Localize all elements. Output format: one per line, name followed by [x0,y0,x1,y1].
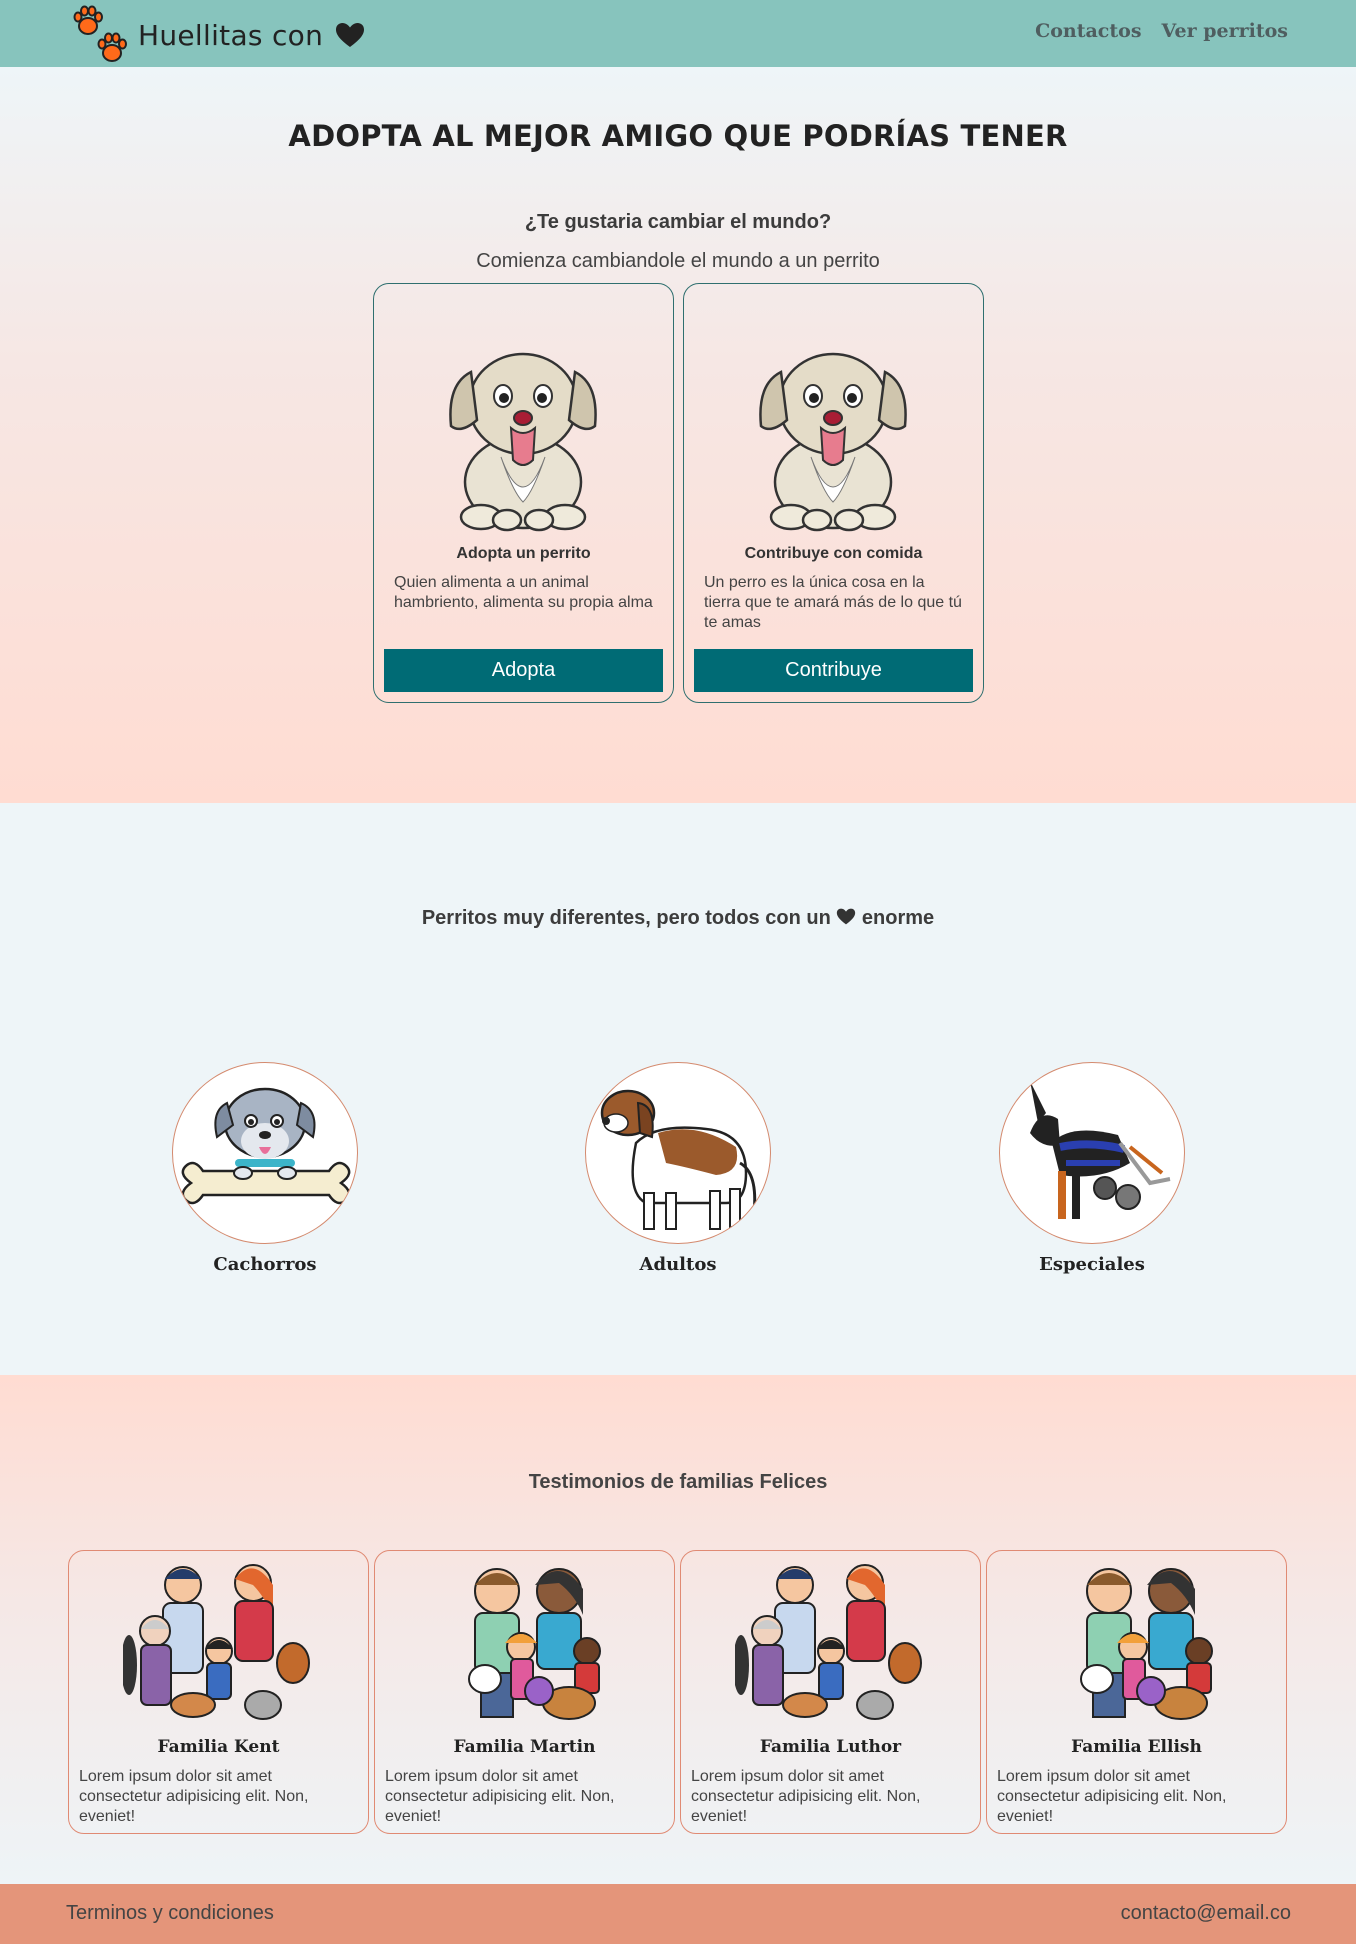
hero-subtitle: Comienza cambiandole el mundo a un perri… [476,250,880,272]
adult-dog-image [585,1062,771,1244]
testimonial-card: Familia Luthor Lorem ipsum dolor sit ame… [680,1550,981,1834]
special-dog-image [999,1062,1185,1244]
family-image [1080,1568,1213,1720]
testimonials-section: Testimonios de familias Felices Familia … [0,1375,1356,1884]
section-title: Testimonios de familias Felices [528,1471,828,1493]
category-label: Especiales [1039,1254,1145,1275]
testimonial-text: Lorem ipsum dolor sit amet consectetur a… [691,1768,921,1825]
brand-name: Huellitas con [138,18,324,52]
testimonial-text: Lorem ipsum dolor sit amet consectetur a… [79,1768,309,1825]
hero-question: ¿Te gustaria cambiar el mundo? [524,211,832,233]
footer: Terminos y condiciones contacto@email.co [0,1884,1356,1944]
terms-link[interactable]: Terminos y condiciones [66,1902,274,1925]
hero-section: ADOPTA AL MEJOR AMIGO QUE PODRÍAS TENER … [0,67,1356,803]
puppy-illustration [449,352,597,532]
testimonial-name: Familia Luthor [759,1737,902,1757]
nav-link-ver-perritos[interactable]: Ver perritos [1162,20,1288,42]
testimonial-card: Familia Kent Lorem ipsum dolor sit amet … [68,1550,369,1834]
contribute-button[interactable]: Contribuye [694,649,973,692]
category-cachorros[interactable]: Cachorros [172,1062,358,1275]
paw-prints-icon [72,5,136,65]
brand-logo-link[interactable]: Huellitas con [72,5,365,65]
dog-categories-section: Perritos muy diferentes, pero todos con … [0,803,1356,1375]
testimonial-card: Familia Ellish Lorem ipsum dolor sit ame… [986,1550,1287,1834]
nav-links: Contactos Ver perritos [1035,20,1288,42]
section-title: Perritos muy diferentes, pero todos con … [0,907,1356,930]
heart-icon [837,908,856,925]
family-image [735,1564,922,1720]
section-title-end: enorme [861,907,935,929]
testimonial-text: Lorem ipsum dolor sit amet consectetur a… [385,1768,615,1825]
navbar: Huellitas con Contactos Ver perritos [0,0,1356,67]
contribute-card: Contribuye con comida Un perro es la úni… [683,283,984,703]
category-label: Adultos [639,1254,717,1275]
nav-link-contactos[interactable]: Contactos [1035,20,1141,42]
category-adultos[interactable]: Adultos [585,1062,771,1275]
card-title: Adopta un perrito [456,545,591,562]
category-especiales[interactable]: Especiales [999,1062,1185,1275]
page-title: ADOPTA AL MEJOR AMIGO QUE PODRÍAS TENER [288,119,1068,153]
testimonial-text: Lorem ipsum dolor sit amet consectetur a… [997,1768,1227,1825]
testimonial-name: Familia Martin [453,1737,596,1757]
family-image [468,1568,601,1720]
testimonial-name: Familia Ellish [1071,1737,1202,1757]
contact-email-link[interactable]: contacto@email.co [1121,1902,1291,1925]
card-text: Un perro es la única cosa en la tierra q… [704,574,962,631]
card-text: Quien alimenta a un animal hambriento, a… [394,574,653,611]
adopt-button[interactable]: Adopta [384,649,663,692]
puppy-illustration [759,352,907,532]
category-label: Cachorros [213,1254,317,1275]
adopt-card: Adopta un perrito Quien alimenta a un an… [373,283,674,703]
family-image [123,1564,310,1720]
card-title: Contribuye con comida [744,545,923,562]
testimonial-card: Familia Martin Lorem ipsum dolor sit ame… [374,1550,675,1834]
puppy-image [172,1062,358,1244]
section-title-start: Perritos muy diferentes, pero todos con … [421,907,831,929]
testimonial-name: Familia Kent [157,1737,280,1757]
heart-icon [336,23,365,47]
